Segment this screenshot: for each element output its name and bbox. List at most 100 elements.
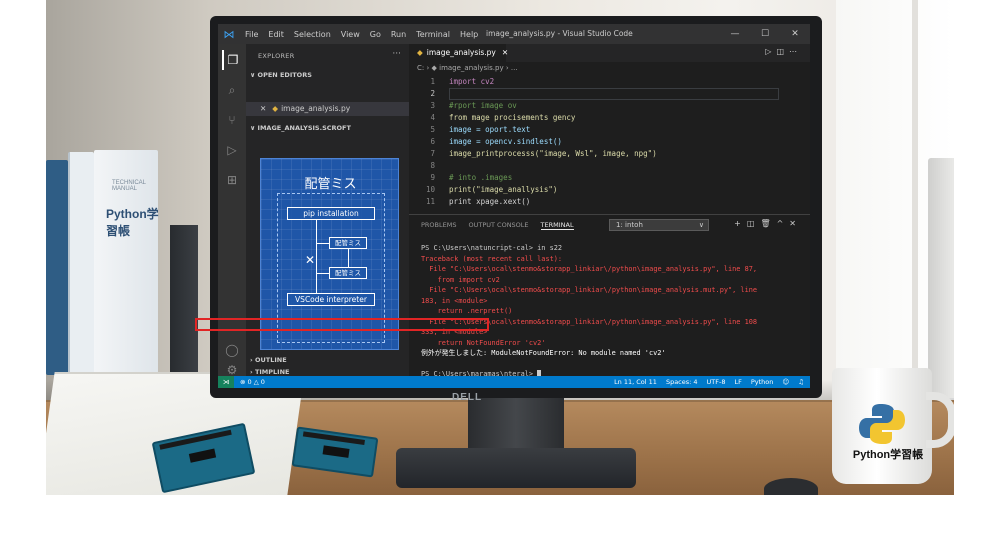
open-editors-header[interactable]: ∨ OPEN EDITORS	[250, 71, 312, 79]
error-highlight-box	[195, 318, 489, 331]
code-editor[interactable]: 1 import cv2 2 3 #rport image ov 4 from mag…	[409, 76, 810, 212]
close-editor-icon[interactable]: ✕	[260, 104, 266, 113]
status-encoding[interactable]: UTF-8	[707, 376, 726, 388]
code-line: 11 print xpage.xext()	[425, 197, 531, 206]
source-control-icon[interactable]: ⑂	[222, 110, 242, 130]
explorer-icon[interactable]: ❐	[222, 50, 242, 70]
diagram-connector	[348, 249, 349, 267]
breadcrumb-file[interactable]: image_analysis.py	[439, 64, 503, 72]
diagram-connector	[316, 220, 317, 293]
code-line: 6 image = opencv.sindlest()	[430, 137, 562, 146]
open-editors-label: OPEN EDITORS	[257, 71, 312, 79]
vscode-logo-icon: ⋈	[223, 27, 235, 41]
tab-terminal[interactable]: TERMINAL	[540, 221, 574, 230]
editor-actions: ▷◫⋯	[765, 47, 802, 56]
status-problems[interactable]: ⊗ 0 △ 0	[240, 376, 265, 388]
maximize-icon[interactable]: ☐	[750, 24, 780, 44]
error-message: 例外が発生しました: ModuleNotFoundError: No modul…	[421, 349, 666, 357]
breadcrumb-separator-icon: › ◆	[426, 64, 440, 72]
split-terminal-icon[interactable]: ◫	[747, 219, 761, 228]
code-line: 9 # into .images	[430, 173, 513, 182]
mug-handle	[926, 392, 954, 448]
terminal-line: return NotFoundError 'cv2'	[421, 338, 546, 347]
current-line-highlight	[449, 88, 779, 100]
terminal-line: Traceback (most recent call last):	[421, 254, 563, 263]
code-line: 4 from mage procisements gency	[430, 113, 576, 122]
python-file-icon: ◆	[417, 48, 423, 57]
window-frame	[912, 0, 918, 420]
more-actions-icon[interactable]: ···	[392, 49, 401, 59]
open-editor-item[interactable]: ✕ ◆ image_analysis.py	[246, 102, 409, 116]
menu-go[interactable]: Go	[365, 30, 386, 39]
timeline-header[interactable]: › TIMPLINE	[250, 368, 289, 376]
tab-output-console[interactable]: OUTPUT CONSOLE	[468, 221, 528, 230]
split-editor-icon[interactable]: ◫	[776, 47, 789, 56]
window-title: image_analysis.py - Visual Studio Code	[486, 29, 633, 38]
panel-tabs: PROBLEMS OUTPUT CONSOLE TERMINAL	[421, 221, 574, 230]
terminal-panel: PROBLEMS OUTPUT CONSOLE TERMINAL 1: into…	[409, 214, 810, 378]
diagram-cross-icon: ✕	[305, 253, 316, 267]
menu-file[interactable]: File	[240, 30, 263, 39]
run-debug-icon[interactable]: ▷	[222, 140, 242, 160]
menu-run[interactable]: Run	[386, 30, 411, 39]
bell-icon[interactable]: ♫	[798, 376, 804, 388]
chevron-down-icon: ∨	[698, 221, 704, 229]
python-book-title: Python学習帳	[106, 207, 159, 238]
diagram-connector	[316, 243, 329, 244]
breadcrumb-drive[interactable]: C:	[417, 64, 424, 72]
menu-view[interactable]: View	[336, 30, 365, 39]
editor-tabs: ◆ image_analysis.py ✕ ▷◫⋯	[409, 44, 810, 62]
outline-label: OUTLINE	[254, 356, 287, 364]
diagram-box-error-2: 配管ミス	[329, 267, 367, 279]
status-language[interactable]: Python	[751, 376, 774, 388]
code-line: 7 image_printprocesss("image, Wsl", image…	[430, 149, 657, 158]
new-terminal-icon[interactable]: +	[734, 219, 747, 228]
close-icon[interactable]: ✕	[780, 24, 810, 44]
folder-label: IMAGE_ANALYSIS.SCROFT	[257, 124, 351, 132]
menu-selection[interactable]: Selection	[289, 30, 336, 39]
timeline-label: TIMPLINE	[254, 368, 290, 376]
run-file-icon[interactable]: ▷	[765, 47, 776, 56]
terminal-line: 183, in <module>	[421, 296, 488, 305]
monitor-base	[396, 448, 636, 488]
status-position[interactable]: Ln 11, Col 11	[614, 376, 657, 388]
terminal-select[interactable]: 1: intoh ∨	[609, 219, 709, 231]
code-line: 3 #rport image ov	[430, 101, 517, 110]
menu-terminal[interactable]: Terminal	[411, 30, 455, 39]
terminal-line: File "C:\Users\ocal\stenmo&storapp_linki…	[421, 286, 758, 294]
feedback-icon[interactable]: ☺	[782, 376, 789, 388]
status-spaces[interactable]: Spaces: 4	[666, 376, 698, 388]
code-line: 1 import cv2	[430, 77, 495, 86]
terminal-output[interactable]: PS C:\Users\natuncript-cal> in s22 Trace…	[421, 243, 806, 380]
code-line: 2	[430, 89, 435, 98]
extensions-icon[interactable]: ⊞	[222, 170, 242, 190]
more-actions-icon[interactable]: ⋯	[789, 47, 802, 56]
terminal-line: File "C:\Users\ocal\stenmo&storapp_linki…	[421, 265, 758, 273]
account-icon[interactable]: ◯	[222, 340, 242, 360]
outline-header[interactable]: › OUTLINE	[250, 356, 287, 364]
minimize-icon[interactable]: —	[720, 24, 750, 44]
close-panel-icon[interactable]: ✕	[789, 219, 802, 228]
maximize-panel-icon[interactable]: ^	[777, 219, 790, 228]
code-line: 8	[430, 161, 435, 170]
folder-header[interactable]: ∨ IMAGE_ANALYSIS.SCROFT	[250, 124, 351, 132]
book-white	[68, 152, 94, 377]
diagram-connector	[316, 273, 329, 274]
menu-help[interactable]: Help	[455, 30, 483, 39]
vscode-window: ⋈ File Edit Selection View Go Run Termin…	[218, 24, 810, 388]
python-book-subtitle: TECHNICAL MANUAL	[112, 180, 146, 192]
tab-image-analysis[interactable]: ◆ image_analysis.py ✕	[409, 44, 508, 62]
terminal-actions: +◫🗑^✕	[734, 219, 802, 228]
close-tab-icon[interactable]: ✕	[502, 48, 508, 57]
open-file-label: image_analysis.py	[281, 104, 351, 113]
trash-icon[interactable]: 🗑	[760, 219, 776, 228]
sidebar-title: EXPLORER	[258, 52, 295, 60]
search-icon[interactable]: ⌕	[222, 80, 242, 100]
status-eol[interactable]: LF	[734, 376, 741, 388]
breadcrumb: C: › ◆ image_analysis.py › ...	[409, 64, 518, 72]
remote-icon[interactable]: ⋊	[218, 376, 234, 388]
titlebar: ⋈ File Edit Selection View Go Run Termin…	[218, 24, 810, 44]
tab-problems[interactable]: PROBLEMS	[421, 221, 456, 230]
menu-edit[interactable]: Edit	[263, 30, 289, 39]
